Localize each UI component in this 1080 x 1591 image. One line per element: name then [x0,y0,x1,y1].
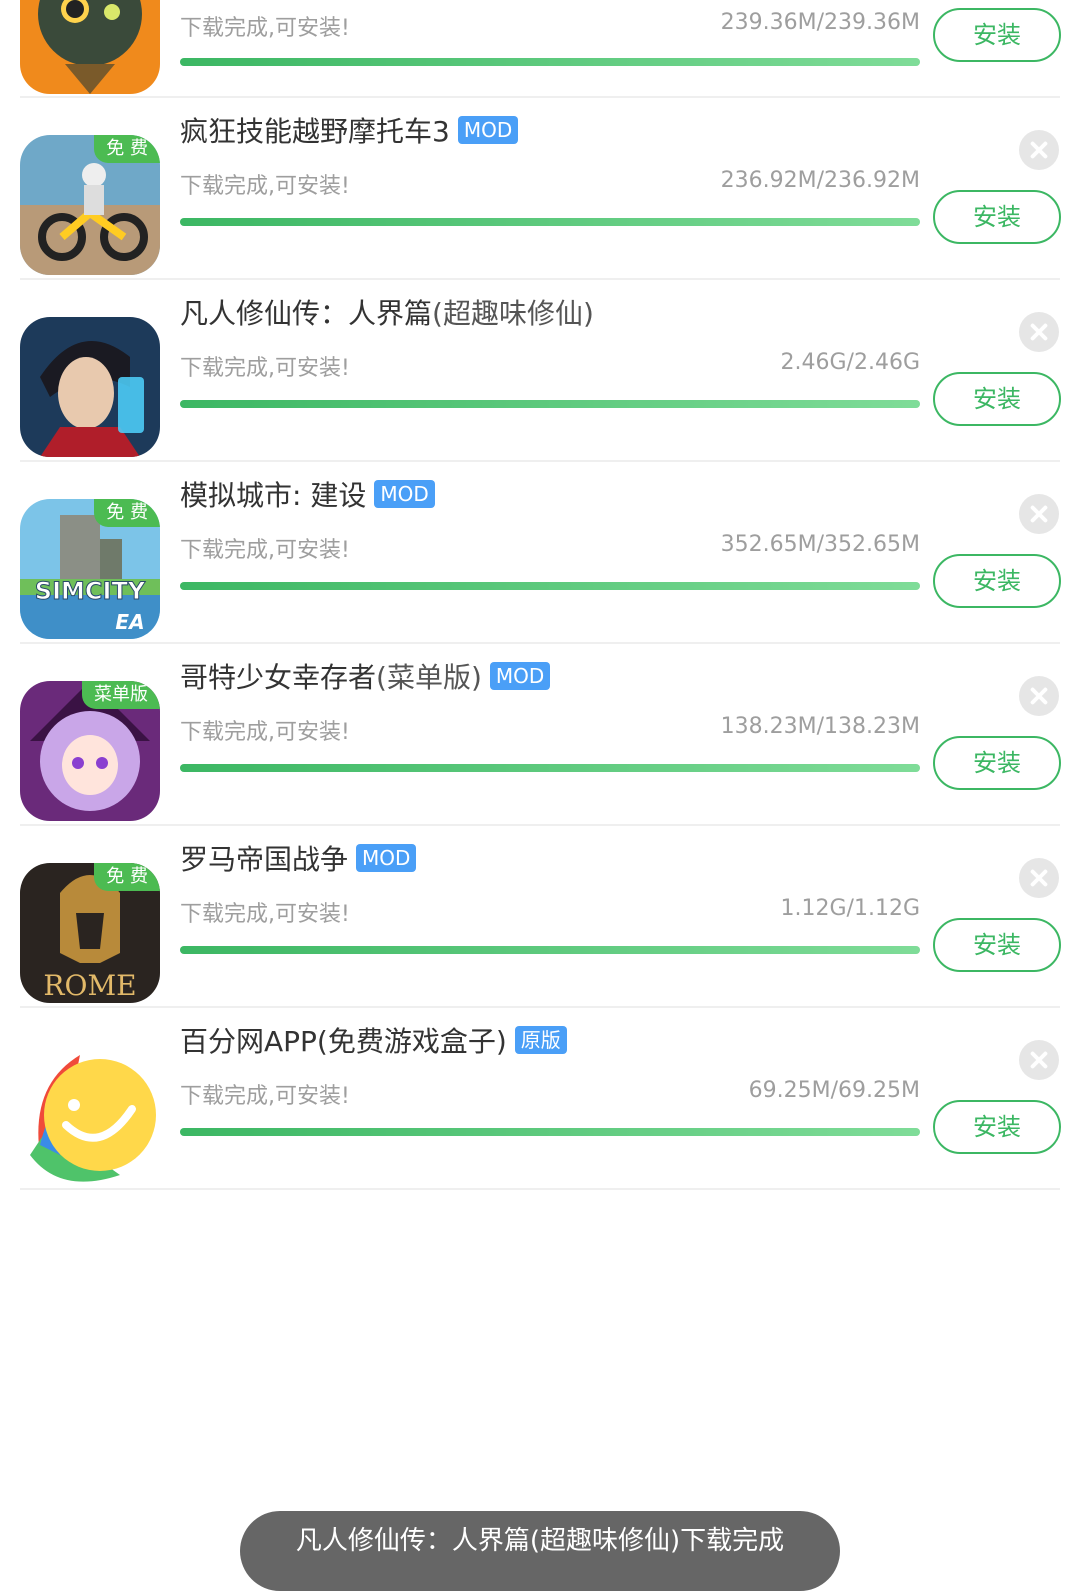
download-status: 下载完成,可安装! [180,16,350,41]
close-icon[interactable] [1019,1040,1059,1080]
title-line: 罗马帝国战争 MOD [180,834,417,882]
progress-fill [180,58,920,66]
download-item: 凡人修仙传：人界篇(超趣味修仙) 下载完成,可安装! 2.46G/2.46G 安… [0,280,1080,462]
download-item: SIMCITY EA 免 费 模拟城市: 建设 MOD 下载完成,可安装! 35… [0,462,1080,644]
install-button[interactable]: 安装 [933,554,1061,608]
progress-bar [180,582,920,590]
free-badge: 免 费 [94,863,160,891]
original-tag: 原版 [514,1026,567,1054]
cultivator-hero-icon[interactable] [20,317,160,457]
download-item: 菜单版 哥特少女幸存者(菜单版) MOD 下载完成,可安装! 138.23M/1… [0,644,1080,826]
install-button[interactable]: 安装 [933,190,1061,244]
progress-bar [180,218,920,226]
free-badge: 免 费 [94,135,160,163]
progress-fill [180,400,920,408]
title-line: 凡人修仙传：人界篇(超趣味修仙) [180,288,594,336]
progress-bar [180,764,920,772]
app-title: 凡人修仙传：人界篇(超趣味修仙) [180,297,594,330]
progress-fill [180,218,920,226]
download-item: 免 费 疯狂技能越野摩托车3 MOD 下载完成,可安装! 236.92M/236… [0,98,1080,280]
title-line: 疯狂技能越野摩托车3 MOD [180,106,519,154]
download-status: 下载完成,可安装! [180,1084,350,1109]
download-size: 352.65M/352.65M [720,532,920,557]
app-title: 哥特少女幸存者(菜单版) [180,661,482,694]
app-title: 模拟城市: 建设 [180,479,367,512]
download-status: 下载完成,可安装! [180,174,350,199]
app-title: 疯狂技能越野摩托车3 [180,115,450,148]
download-size: 2.46G/2.46G [780,350,920,375]
close-icon[interactable] [1019,858,1059,898]
progress-bar [180,58,920,66]
mod-tag: MOD [489,662,551,690]
title-line: 哥特少女幸存者(菜单版) MOD [180,652,551,700]
progress-fill [180,1128,920,1136]
smiley-app-icon[interactable] [20,1045,160,1185]
rome-helmet-icon[interactable]: ROME 免 费 [20,863,160,1003]
install-button[interactable]: 安装 [933,372,1061,426]
rome-logo-text: ROME [43,969,136,1002]
progress-bar [180,1128,920,1136]
simcity-logo-text: SIMCITY [35,577,146,605]
menu-version-badge: 菜单版 [82,681,160,709]
progress-fill [180,582,920,590]
install-button[interactable]: 安装 [933,1100,1061,1154]
mod-tag: MOD [457,116,519,144]
cat-detective-icon[interactable] [20,0,160,94]
download-status: 下载完成,可安装! [180,538,350,563]
download-status: 下载完成,可安装! [180,902,350,927]
app-subtitle: (超趣味修仙) [432,297,594,330]
download-size: 1.12G/1.12G [780,896,920,921]
download-status: 下载完成,可安装! [180,720,350,745]
download-item: ROME 免 费 罗马帝国战争 MOD 下载完成,可安装! 1.12G/1.12… [0,826,1080,1008]
app-subtitle: (菜单版) [376,661,482,694]
download-item: 下载完成,可安装! 239.36M/239.36M 安装 [0,0,1080,98]
progress-bar [180,946,920,954]
progress-fill [180,946,920,954]
download-size: 69.25M/69.25M [748,1078,920,1103]
simcity-icon[interactable]: SIMCITY EA 免 费 [20,499,160,639]
download-item: 百分网APP(免费游戏盒子) 原版 下载完成,可安装! 69.25M/69.25… [0,1008,1080,1190]
title-line: 百分网APP(免费游戏盒子) 原版 [180,1016,567,1064]
mod-tag: MOD [356,844,417,872]
title-line: 模拟城市: 建设 MOD [180,470,435,518]
gothic-girl-icon[interactable]: 菜单版 [20,681,160,821]
mod-tag: MOD [374,480,435,508]
close-icon[interactable] [1019,494,1059,534]
app-title: 百分网APP(免费游戏盒子) [180,1025,507,1058]
app-title: 罗马帝国战争 [180,843,349,876]
download-list: 下载完成,可安装! 239.36M/239.36M 安装 免 费 疯狂技能越野摩… [0,0,1080,1190]
install-button[interactable]: 安装 [933,736,1061,790]
divider [20,1188,1060,1190]
toast-message: 凡人修仙传：人界篇(超趣味修仙)下载完成 [240,1511,840,1591]
install-button[interactable]: 安装 [933,918,1061,972]
close-icon[interactable] [1019,676,1059,716]
close-icon[interactable] [1019,130,1059,170]
download-size: 239.36M/239.36M [720,10,920,35]
download-size: 236.92M/236.92M [720,168,920,193]
download-size: 138.23M/138.23M [720,714,920,739]
ea-logo-text: EA [115,610,144,634]
close-icon[interactable] [1019,312,1059,352]
progress-bar [180,400,920,408]
motocross-icon[interactable]: 免 费 [20,135,160,275]
install-button[interactable]: 安装 [933,8,1061,62]
free-badge: 免 费 [94,499,160,527]
progress-fill [180,764,920,772]
download-status: 下载完成,可安装! [180,356,350,381]
